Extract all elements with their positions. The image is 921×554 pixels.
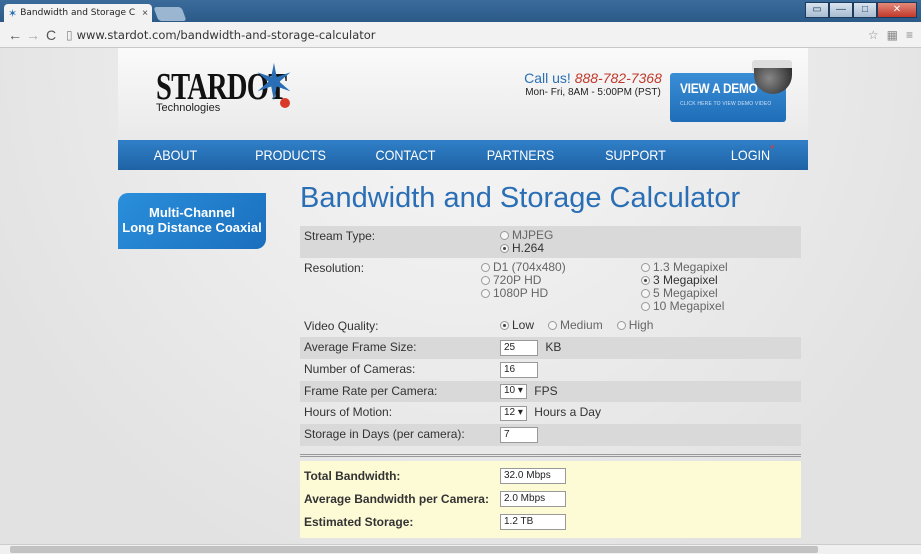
avg-bandwidth-output: 2.0 Mbps [500, 491, 566, 508]
stardot-favicon-icon: ✶ [8, 7, 18, 20]
hours-motion-select[interactable]: 12 ▾ [500, 405, 527, 421]
res-1080p-radio[interactable]: 1080P HD [481, 287, 641, 300]
back-arrow-icon[interactable]: ← [6, 27, 24, 43]
num-cameras-input[interactable]: 16 [500, 362, 538, 378]
hours-motion-unit: Hours a Day [534, 405, 601, 420]
avg-frame-size-unit: KB [545, 340, 562, 355]
stream-type-label: Stream Type: [304, 229, 376, 243]
mc-line1: Multi-Channel [149, 205, 235, 220]
avg-frame-size-row: Average Frame Size: 25 KB [300, 337, 801, 359]
url-text[interactable]: www.stardot.com/bandwidth-and-storage-ca… [77, 28, 376, 42]
total-bandwidth-output: 32.0 Mbps [500, 468, 566, 485]
radio-selected-icon [500, 244, 509, 253]
stream-h264-radio[interactable]: H.264 [500, 242, 801, 255]
browser-toolbar: ← → C ▯ www.stardot.com/bandwidth-and-st… [0, 22, 921, 48]
nav-contact[interactable]: CONTACT [354, 140, 458, 170]
frame-rate-row: Frame Rate per Camera: 10 ▾ FPS [300, 381, 801, 403]
calculator-form: Stream Type: MJPEG H.264 Resolution: D1 … [300, 226, 801, 538]
nav-about[interactable]: ABOUT [124, 140, 228, 170]
video-quality-label: Video Quality: [304, 319, 379, 333]
hours-motion-row: Hours of Motion: 12 ▾ Hours a Day [300, 402, 801, 423]
dome-camera-image [744, 56, 800, 96]
dropdown-arrow-icon: ▾ [517, 385, 523, 397]
tab-title: Bandwidth and Storage C [20, 8, 136, 18]
est-storage-output: 1.2 TB [500, 514, 566, 531]
call-us-block: Call us! 888-782-7368 Mon- Fri, 8AM - 5:… [513, 70, 673, 98]
dropdown-arrow-icon: ▾ [517, 406, 523, 418]
frame-rate-unit: FPS [534, 384, 558, 398]
hours-motion-label: Hours of Motion: [304, 405, 393, 420]
demo-subtitle: CLICK HERE TO VIEW DEMO VIDEO [680, 101, 772, 107]
frame-rate-select[interactable]: 10 ▾ [500, 384, 527, 400]
results-panel: Total Bandwidth: 32.0 Mbps Average Bandw… [300, 460, 801, 538]
mc-line2: Long Distance Coaxial [122, 220, 262, 235]
avg-bandwidth-label: Average Bandwidth per Camera: [304, 492, 489, 507]
est-storage-label: Estimated Storage: [304, 515, 414, 530]
frame-rate-label: Frame Rate per Camera: [304, 384, 438, 398]
video-quality-row: Video Quality: Low Medium High [300, 316, 801, 337]
nav-login[interactable]: LOGIN * [699, 140, 803, 170]
main-nav: ABOUT PRODUCTS CONTACT PARTNERS SUPPORT … [118, 140, 808, 170]
nav-login-label: LOGIN [730, 147, 771, 163]
avg-frame-size-input[interactable]: 25 [500, 340, 538, 356]
avg-frame-size-label: Average Frame Size: [304, 340, 417, 354]
storage-days-input[interactable]: 7 [500, 426, 538, 443]
num-cameras-row: Number of Cameras: 16 [300, 359, 801, 381]
quality-low-radio[interactable]: Low [500, 319, 534, 332]
phone-number[interactable]: 888-782-7368 [575, 70, 662, 86]
new-tab-button[interactable] [153, 7, 187, 21]
quality-medium-radio[interactable]: Medium [548, 319, 603, 332]
est-storage-row: Estimated Storage: 1.2 TB [304, 511, 797, 534]
page-viewport: STARDOT Technologies ✶ Call us! 888-782-… [0, 48, 921, 544]
bookmark-star-icon[interactable]: ☆ [868, 28, 879, 42]
minimize-button[interactable]: — [829, 2, 853, 18]
call-prefix: Call us! [524, 70, 571, 86]
page-icon: ▯ [66, 27, 73, 42]
multi-channel-coaxial-button[interactable]: Multi-Channel Long Distance Coaxial [118, 193, 266, 249]
divider [300, 453, 801, 457]
storage-days-label: Storage in Days (per camera): [304, 426, 465, 441]
total-bandwidth-label: Total Bandwidth: [304, 469, 401, 484]
menu-icon[interactable]: ≡ [906, 28, 913, 42]
resolution-row: Resolution: D1 (704x480) 720P HD 1080P H… [300, 258, 801, 316]
quality-high-radio[interactable]: High [616, 319, 653, 332]
page-title: Bandwidth and Storage Calculator [300, 182, 741, 214]
reload-icon[interactable]: C [42, 27, 60, 43]
forward-arrow-icon[interactable]: → [24, 27, 42, 43]
scrollbar-thumb[interactable] [10, 546, 818, 553]
stream-mjpeg-radio[interactable]: MJPEG [500, 229, 801, 242]
tab-close-icon[interactable]: × [142, 8, 148, 19]
nav-support[interactable]: SUPPORT [584, 140, 688, 170]
horizontal-scrollbar[interactable] [0, 544, 921, 554]
radio-icon [500, 231, 509, 240]
nav-products[interactable]: PRODUCTS [239, 140, 343, 170]
storage-days-row: Storage in Days (per camera): 7 [300, 423, 801, 446]
avg-bandwidth-row: Average Bandwidth per Camera: 2.0 Mbps [304, 488, 797, 511]
maximize-button[interactable]: □ [853, 2, 877, 18]
close-window-button[interactable]: ✕ [877, 2, 917, 18]
business-hours: Mon- Fri, 8AM - 5:00PM (PST) [525, 87, 661, 98]
nav-partners[interactable]: PARTNERS [469, 140, 573, 170]
window-controls: ▭ — □ ✕ [805, 2, 917, 18]
browser-titlebar: ✶ Bandwidth and Storage C × ▭ — □ ✕ [0, 0, 921, 22]
login-star-icon: * [770, 142, 775, 156]
resolution-label: Resolution: [304, 261, 365, 275]
stream-type-row: Stream Type: MJPEG H.264 [300, 226, 801, 258]
address-bar[interactable]: ▯ www.stardot.com/bandwidth-and-storage-… [66, 26, 868, 44]
stardot-logo[interactable]: STARDOT Technologies [156, 68, 330, 114]
restore-layout-icon[interactable]: ▭ [805, 2, 829, 18]
logo-dot-icon [280, 98, 290, 108]
num-cameras-label: Number of Cameras: [304, 362, 416, 376]
browser-tab[interactable]: ✶ Bandwidth and Storage C × [4, 4, 152, 22]
res-10mp-radio[interactable]: 10 Megapixel [641, 300, 801, 313]
extension-icon[interactable]: ▦ [887, 28, 898, 42]
site-header: STARDOT Technologies ✶ Call us! 888-782-… [118, 48, 808, 140]
total-bandwidth-row: Total Bandwidth: 32.0 Mbps [304, 465, 797, 488]
